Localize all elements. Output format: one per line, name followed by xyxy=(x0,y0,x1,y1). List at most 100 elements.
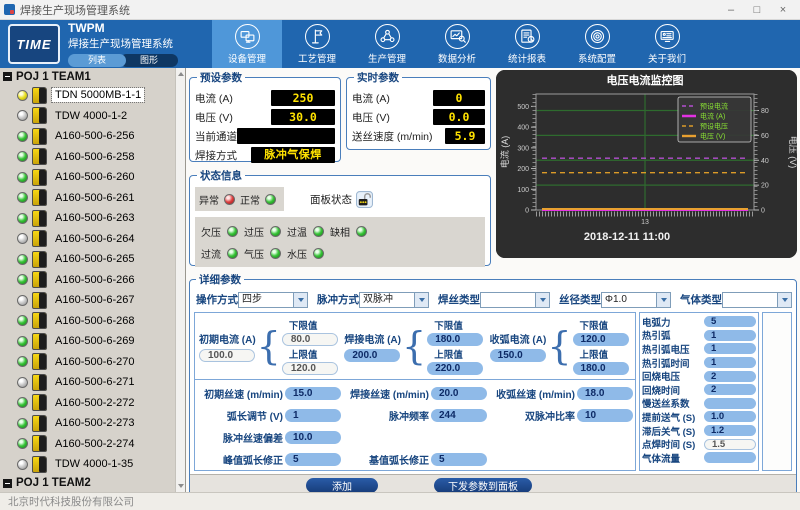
scroll-down-icon[interactable] xyxy=(178,484,184,488)
collapse-icon[interactable] xyxy=(3,72,12,81)
value-field[interactable]: 10 xyxy=(577,409,633,422)
value-field[interactable]: 20.0 xyxy=(431,387,487,400)
svg-text:40: 40 xyxy=(761,158,769,165)
close-button[interactable]: × xyxy=(770,1,796,19)
upper-limit-field[interactable]: 120.0 xyxy=(282,362,338,375)
status-led-green xyxy=(17,192,28,203)
dropdown-3: 丝径类型Φ1.0 xyxy=(559,292,671,308)
tree-item[interactable]: TDW 4000-1-2 xyxy=(0,106,175,127)
value-field[interactable]: 1.0 xyxy=(704,411,756,422)
param-row: 热引弧1 xyxy=(642,329,756,343)
chevron-down-icon[interactable] xyxy=(657,292,671,308)
lower-limit-field[interactable]: 120.0 xyxy=(573,333,629,346)
dropdown-value[interactable]: Φ1.0 xyxy=(601,292,657,308)
tree-item[interactable]: A160-500-6-267 xyxy=(0,290,175,311)
about-icon xyxy=(655,24,680,49)
value-field[interactable]: 5 xyxy=(704,316,756,327)
value-field[interactable] xyxy=(704,398,756,409)
alarm-row: 过流气压水压 xyxy=(201,242,479,264)
tree-item[interactable]: A160-500-6-261 xyxy=(0,188,175,209)
dropdown-value[interactable] xyxy=(480,292,536,308)
preset-row: 焊接方式脉冲气保焊 xyxy=(195,146,335,164)
param-row: 脉冲丝速偏差10.0 xyxy=(195,426,635,448)
upper-limit-field[interactable]: 180.0 xyxy=(573,362,629,375)
value-field[interactable] xyxy=(704,452,756,463)
status-led-red xyxy=(224,194,235,205)
tree-item[interactable]: A160-500-2-274 xyxy=(0,434,175,455)
tree-item[interactable]: A160-500-6-270 xyxy=(0,352,175,373)
add-button[interactable]: 添加 xyxy=(306,478,378,493)
tree-item[interactable]: TDN 5000MB-1-1 xyxy=(0,85,175,106)
param-label: 慢送丝系数 xyxy=(642,396,690,410)
chevron-down-icon[interactable] xyxy=(536,292,550,308)
upper-limit-field[interactable]: 220.0 xyxy=(427,362,483,375)
view-button-graph[interactable]: 图形 xyxy=(120,54,178,67)
alarm-led-green xyxy=(270,248,281,259)
tree-item[interactable]: A160-500-2-272 xyxy=(0,393,175,414)
collapse-icon[interactable] xyxy=(3,479,12,488)
tree-item[interactable]: TDW 4000-1-35 xyxy=(0,454,175,475)
minimize-button[interactable]: – xyxy=(718,1,744,19)
tree-item[interactable]: A160-500-6-258 xyxy=(0,147,175,168)
tree-item[interactable]: A160-500-6-263 xyxy=(0,208,175,229)
value-field[interactable]: 150.0 xyxy=(490,349,546,362)
tree-item[interactable]: A160-500-6-271 xyxy=(0,372,175,393)
param-label: 初期丝速 (m/min) xyxy=(204,386,283,401)
dropdown-value[interactable]: 四步 xyxy=(238,292,294,308)
scroll-up-icon[interactable] xyxy=(178,72,184,76)
value-field[interactable]: 5 xyxy=(285,453,341,466)
lower-limit-field[interactable]: 180.0 xyxy=(427,333,483,346)
tree-item[interactable]: A160-500-6-266 xyxy=(0,270,175,291)
chevron-down-icon[interactable] xyxy=(778,292,792,308)
nav-analysis[interactable]: 数据分析 xyxy=(422,20,492,68)
tree-item[interactable]: A160-500-6-268 xyxy=(0,311,175,332)
chevron-down-icon[interactable] xyxy=(415,292,429,308)
value-field[interactable]: 1 xyxy=(704,343,756,354)
value-field[interactable]: 2 xyxy=(704,371,756,382)
welder-machine-icon xyxy=(32,128,47,145)
lower-limit-field[interactable]: 80.0 xyxy=(282,333,338,346)
value-field[interactable]: 1.5 xyxy=(704,439,756,450)
status-label: 异常 xyxy=(199,192,219,207)
dropdown-value[interactable]: 双脉冲 xyxy=(359,292,415,308)
analysis-icon xyxy=(445,24,470,49)
tree-item[interactable]: A160-500-6-264 xyxy=(0,229,175,250)
status-led-green xyxy=(17,213,28,224)
alarm-led-green xyxy=(313,248,324,259)
tree-item[interactable]: A160-500-6-260 xyxy=(0,167,175,188)
tree-item[interactable]: A160-500-6-265 xyxy=(0,249,175,270)
tree-group-header[interactable]: POJ 1 TEAM2 xyxy=(0,475,175,492)
view-button-list[interactable]: 列表 xyxy=(68,54,126,67)
nav-production[interactable]: 生产管理 xyxy=(352,20,422,68)
chevron-down-icon[interactable] xyxy=(294,292,308,308)
value-field[interactable]: 200.0 xyxy=(344,349,400,362)
tree-item[interactable]: A160-500-6-269 xyxy=(0,331,175,352)
value-field[interactable]: 5 xyxy=(431,453,487,466)
value-field[interactable]: 15.0 xyxy=(285,387,341,400)
tree-group-header[interactable]: POJ 1 TEAM1 xyxy=(0,68,175,85)
value-field[interactable]: 1 xyxy=(285,409,341,422)
status-panel-title: 状态信息 xyxy=(197,168,245,183)
value-field[interactable]: 10.0 xyxy=(285,431,341,444)
dropdown-value[interactable] xyxy=(722,292,778,308)
maximize-button[interactable]: □ xyxy=(744,1,770,19)
tree-item[interactable] xyxy=(0,492,175,493)
nav-report[interactable]: 统计报表 xyxy=(492,20,562,68)
value-field[interactable]: 1.2 xyxy=(704,425,756,436)
alarm-label: 过压 xyxy=(244,224,264,239)
value-field[interactable]: 2 xyxy=(704,384,756,395)
nav-device[interactable]: 设备管理 xyxy=(212,20,282,68)
value-field[interactable]: 1 xyxy=(704,330,756,341)
value-field[interactable]: 244 xyxy=(431,409,487,422)
nav-config[interactable]: 系统配置 xyxy=(562,20,632,68)
alarm-label: 缺相 xyxy=(330,224,350,239)
send-params-button[interactable]: 下发参数到面板 xyxy=(434,478,532,493)
value-field[interactable]: 18.0 xyxy=(577,387,633,400)
tree-item[interactable]: A160-500-2-273 xyxy=(0,413,175,434)
value-field[interactable]: 1 xyxy=(704,357,756,368)
nav-process[interactable]: 工艺管理 xyxy=(282,20,352,68)
nav-about[interactable]: 关于我们 xyxy=(632,20,702,68)
value-field[interactable]: 100.0 xyxy=(199,349,255,362)
tree-item[interactable]: A160-500-6-256 xyxy=(0,126,175,147)
sidebar-scrollbar[interactable] xyxy=(175,68,185,492)
